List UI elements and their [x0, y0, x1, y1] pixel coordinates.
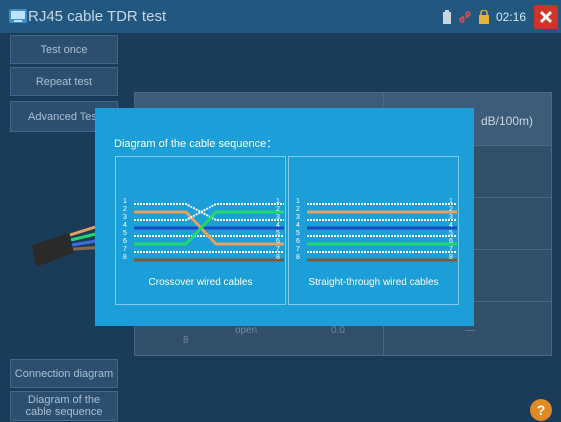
help-icon: ? — [536, 402, 546, 418]
crossover-diagram: 12345678 12345678 Crossover wired cables — [115, 156, 286, 305]
lock-icon — [478, 9, 489, 24]
repeat-test-button[interactable]: Repeat test — [10, 67, 118, 96]
row-value: 0.0 — [331, 325, 345, 336]
clock: 02:16 — [495, 9, 526, 24]
test-once-button[interactable]: Test once — [10, 35, 118, 64]
straight-through-diagram: 12345678 12345678 Straight-through wired… — [288, 156, 459, 305]
title-bar: RJ45 cable TDR test 02:16 — [0, 0, 561, 33]
connection-diagram-button[interactable]: Connection diagram — [10, 359, 118, 388]
row-pair: 8 — [183, 335, 189, 346]
link-icon — [459, 10, 471, 23]
left-pin-numbers: 12345678 — [296, 198, 300, 261]
left-pin-numbers: 12345678 — [123, 198, 127, 261]
status-area: 02:16 — [442, 0, 561, 33]
battery-icon — [442, 9, 451, 24]
close-icon — [539, 10, 553, 23]
crossover-wiring — [134, 203, 284, 262]
crossover-caption: Crossover wired cables — [148, 277, 253, 288]
cable-sequence-dialog[interactable]: Diagram of the cable sequence： 12345678 … — [95, 108, 474, 326]
cable-sequence-button[interactable]: Diagram of the cable sequence — [10, 391, 118, 421]
right-pin-numbers: 12345678 — [276, 198, 280, 261]
right-pin-numbers: 12345678 — [449, 198, 453, 261]
window-title: RJ45 cable TDR test — [28, 8, 167, 25]
app-icon — [9, 9, 27, 23]
straight-wiring — [307, 203, 457, 262]
row-dash: — — [465, 325, 475, 336]
help-button[interactable]: ? — [530, 399, 552, 421]
header-unit-label: dB/100m) — [481, 114, 534, 128]
straight-through-caption: Straight-through wired cables — [308, 277, 439, 288]
close-button[interactable] — [534, 4, 558, 29]
row-status: open — [235, 325, 258, 336]
dialog-title: Diagram of the cable sequence： — [114, 138, 278, 150]
